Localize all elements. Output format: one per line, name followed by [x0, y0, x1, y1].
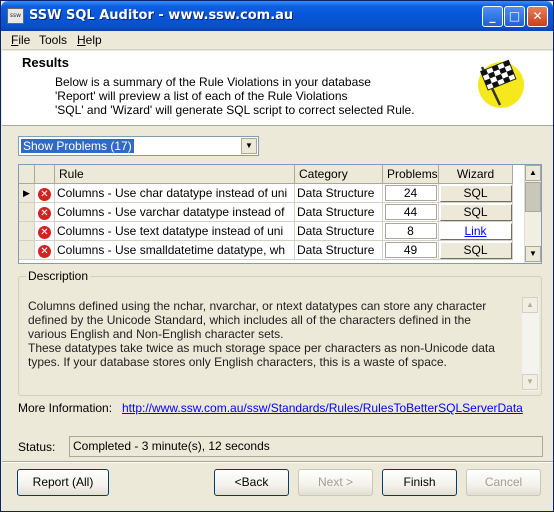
problem-filter-select[interactable]: Show Problems (17) ▼	[18, 136, 259, 156]
wizard-header: Results Below is a summary of the Rule V…	[2, 51, 553, 126]
title-bar[interactable]: ssw SSW SQL Auditor - www.ssw.com.au _ □…	[1, 1, 553, 31]
current-row-indicator-icon: ▶	[19, 184, 35, 203]
more-info-link[interactable]: http://www.ssw.com.au/ssw/Standards/Rule…	[122, 401, 523, 415]
error-icon: ✕	[38, 226, 51, 239]
table-row[interactable]: ▶ ✕ Columns - Use char datatype instead …	[19, 184, 514, 203]
problems-value: 49	[384, 242, 437, 258]
footer-divider	[2, 461, 553, 463]
maximize-button[interactable]: □	[504, 6, 525, 27]
problems-value: 8	[384, 223, 437, 239]
column-header-rule[interactable]: Rule	[55, 165, 295, 184]
header-line: Below is a summary of the Rule Violation…	[55, 75, 371, 89]
header-line: 'Report' will preview a list of each of …	[55, 89, 348, 103]
cancel-button[interactable]: Cancel	[466, 469, 541, 496]
menu-help[interactable]: Help	[77, 33, 102, 47]
table-row[interactable]: ✕ Columns - Use smalldatetime datatype, …	[19, 241, 514, 260]
description-group: Description Columns defined using the nc…	[18, 269, 542, 396]
scroll-thumb[interactable]	[525, 182, 541, 212]
problems-cell[interactable]: 8	[383, 222, 439, 241]
close-icon: ✕	[532, 9, 543, 23]
description-line: types. If your database stores only Engl…	[28, 355, 447, 369]
sql-wizard-button[interactable]: SQL	[439, 185, 512, 202]
more-info-label: More Information:	[18, 401, 113, 415]
scroll-down-icon[interactable]: ▼	[522, 374, 538, 390]
grid-header: Rule Category Problems Wizard	[19, 165, 524, 184]
problems-cell[interactable]: 44	[383, 203, 439, 222]
row-selector[interactable]	[19, 203, 35, 222]
error-icon: ✕	[38, 207, 51, 220]
row-selector-header	[19, 165, 35, 184]
back-button[interactable]: <Back	[214, 469, 289, 496]
sql-wizard-button[interactable]: SQL	[439, 204, 512, 221]
column-header-problems[interactable]: Problems	[383, 165, 439, 184]
error-icon-cell: ✕	[35, 184, 55, 203]
rules-grid[interactable]: Rule Category Problems Wizard ▶ ✕ Column…	[18, 164, 542, 264]
rule-cell[interactable]: Columns - Use smalldatetime datatype, wh	[55, 241, 295, 260]
category-cell[interactable]: Data Structure	[295, 222, 383, 241]
wizard-link[interactable]: Link	[439, 223, 512, 240]
category-cell[interactable]: Data Structure	[295, 203, 383, 222]
status-text: Completed - 3 minute(s), 12 seconds	[69, 436, 543, 457]
chevron-down-icon[interactable]: ▼	[241, 138, 257, 154]
next-button[interactable]: Next >	[298, 469, 373, 496]
maximize-icon: □	[508, 9, 521, 23]
error-icon-cell: ✕	[35, 241, 55, 260]
report-all-button[interactable]: Report (All)	[17, 469, 109, 496]
error-icon-cell: ✕	[35, 222, 55, 241]
rule-cell[interactable]: Columns - Use varchar datatype instead o…	[55, 203, 295, 222]
rule-cell[interactable]: Columns - Use char datatype instead of u…	[55, 184, 295, 203]
description-line: defined by the Unicode Standard, which i…	[28, 313, 471, 327]
description-text: Columns defined using the nchar, nvarcha…	[28, 299, 518, 369]
scroll-up-icon[interactable]: ▲	[525, 165, 541, 181]
status-label: Status:	[18, 440, 56, 454]
column-header-category[interactable]: Category	[295, 165, 383, 184]
checkered-flag-icon	[478, 59, 524, 108]
minimize-button[interactable]: _	[482, 6, 503, 27]
header-line: 'SQL' and 'Wizard' will generate SQL scr…	[55, 103, 415, 117]
row-selector[interactable]	[19, 222, 35, 241]
scroll-down-icon[interactable]: ▼	[525, 246, 541, 262]
description-line: Columns defined using the nchar, nvarcha…	[28, 299, 487, 313]
table-row[interactable]: ✕ Columns - Use varchar datatype instead…	[19, 203, 514, 222]
menu-file[interactable]: File	[11, 33, 30, 47]
problems-cell[interactable]: 24	[383, 184, 439, 203]
wizard-cell: SQL	[439, 241, 513, 260]
column-header-wizard[interactable]: Wizard	[439, 165, 513, 184]
window-title: SSW SQL Auditor - www.ssw.com.au	[29, 8, 294, 23]
category-cell[interactable]: Data Structure	[295, 184, 383, 203]
description-legend: Description	[26, 269, 91, 283]
wizard-cell: Link	[439, 222, 513, 241]
problems-cell[interactable]: 49	[383, 241, 439, 260]
filter-selected-value: Show Problems (17)	[21, 139, 134, 153]
menu-tools[interactable]: Tools	[39, 33, 67, 47]
error-icon: ✕	[38, 245, 51, 258]
icon-column-header	[35, 165, 55, 184]
description-line: These datatypes take twice as much stora…	[28, 341, 495, 355]
close-button[interactable]: ✕	[527, 6, 548, 27]
description-scrollbar[interactable]: ▲ ▼	[522, 297, 539, 391]
description-textbox[interactable]: Columns defined using the nchar, nvarcha…	[26, 297, 539, 391]
error-icon-cell: ✕	[35, 203, 55, 222]
error-icon: ✕	[38, 188, 51, 201]
description-line: various English and Non-English characte…	[28, 327, 284, 341]
grid-scrollbar[interactable]: ▲ ▼	[524, 165, 541, 263]
minimize-icon: _	[489, 9, 496, 23]
category-cell[interactable]: Data Structure	[295, 241, 383, 260]
menu-bar: File Tools Help	[2, 31, 553, 50]
rule-cell[interactable]: Columns - Use text datatype instead of u…	[55, 222, 295, 241]
app-icon[interactable]: ssw	[7, 8, 24, 24]
app-window: ssw SSW SQL Auditor - www.ssw.com.au _ □…	[0, 0, 554, 512]
wizard-cell: SQL	[439, 203, 513, 222]
problems-value: 44	[384, 204, 437, 220]
row-selector[interactable]	[19, 241, 35, 260]
header-description: Below is a summary of the Rule Violation…	[55, 75, 415, 117]
scroll-up-icon[interactable]: ▲	[522, 297, 538, 313]
problems-value: 24	[384, 185, 437, 201]
page-title: Results	[22, 55, 69, 70]
wizard-cell: SQL	[439, 184, 513, 203]
finish-button[interactable]: Finish	[382, 469, 457, 496]
table-row[interactable]: ✕ Columns - Use text datatype instead of…	[19, 222, 514, 241]
sql-wizard-button[interactable]: SQL	[439, 242, 512, 259]
